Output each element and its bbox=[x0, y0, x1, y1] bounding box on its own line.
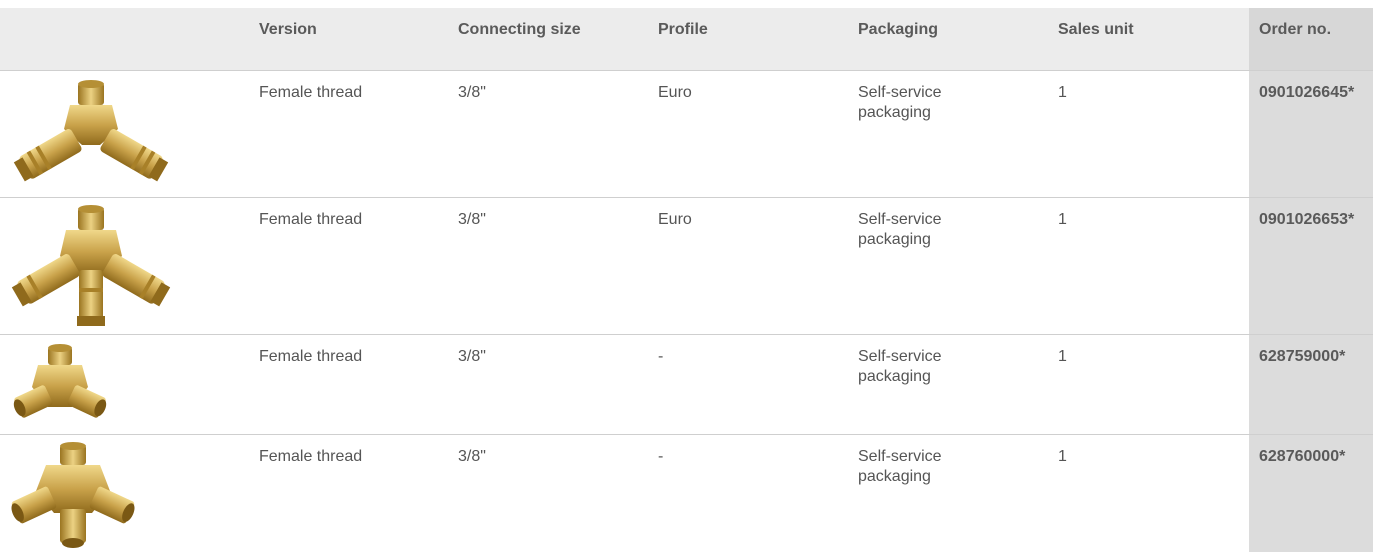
two-way-distributor-icon bbox=[13, 344, 107, 418]
table-row: Female thread 3/8" Euro Self-service pac… bbox=[0, 197, 1373, 334]
packaging-text: Self-service packaging bbox=[858, 211, 942, 248]
cell-sales-unit: 1 bbox=[1058, 448, 1067, 465]
product-image bbox=[0, 198, 259, 334]
three-way-coupling-distributor-icon bbox=[11, 205, 171, 326]
cell-version: Female thread bbox=[259, 448, 363, 465]
table-header: Version Connecting size Profile Packagin… bbox=[0, 8, 1373, 70]
cell-connecting-size: 3/8" bbox=[458, 448, 486, 465]
cell-connecting-size: 3/8" bbox=[458, 211, 486, 228]
cell-profile: - bbox=[658, 348, 664, 365]
cell-sales-unit: 1 bbox=[1058, 84, 1067, 101]
header-image bbox=[0, 8, 259, 70]
header-connecting-size: Connecting size bbox=[458, 21, 581, 38]
cell-connecting-size: 3/8" bbox=[458, 348, 486, 365]
cell-profile: - bbox=[658, 448, 664, 465]
packaging-text: Self-service packaging bbox=[858, 448, 942, 485]
cell-profile: Euro bbox=[658, 211, 692, 228]
table-row: Female thread 3/8" Euro Self-service pac… bbox=[0, 70, 1373, 197]
table-row: Female thread 3/8" - Self-service packag… bbox=[0, 434, 1373, 552]
product-table: Version Connecting size Profile Packagin… bbox=[0, 8, 1373, 552]
cell-version: Female thread bbox=[259, 211, 363, 228]
product-image bbox=[0, 335, 259, 434]
packaging-text: Self-service packaging bbox=[858, 84, 942, 121]
packaging-text: Self-service packaging bbox=[858, 348, 942, 385]
cell-packaging: Self-service packaging bbox=[858, 198, 1058, 334]
cell-version: Female thread bbox=[259, 348, 363, 365]
cell-order-no: 628759000* bbox=[1249, 335, 1373, 434]
product-image bbox=[0, 435, 259, 552]
three-way-distributor-icon bbox=[11, 442, 135, 548]
cell-order-no: 0901026645* bbox=[1249, 71, 1373, 197]
cell-sales-unit: 1 bbox=[1058, 348, 1067, 365]
cell-packaging: Self-service packaging bbox=[858, 71, 1058, 197]
header-packaging: Packaging bbox=[858, 21, 939, 38]
header-sales-unit: Sales unit bbox=[1058, 21, 1134, 38]
header-profile: Profile bbox=[658, 21, 708, 38]
header-order-no: Order no. bbox=[1249, 8, 1373, 70]
header-version: Version bbox=[259, 21, 317, 38]
cell-order-no: 628760000* bbox=[1249, 435, 1373, 552]
cell-packaging: Self-service packaging bbox=[858, 435, 1058, 552]
cell-connecting-size: 3/8" bbox=[458, 84, 486, 101]
cell-sales-unit: 1 bbox=[1058, 211, 1067, 228]
cell-profile: Euro bbox=[658, 84, 692, 101]
cell-order-no: 0901026653* bbox=[1249, 198, 1373, 334]
two-way-coupling-distributor-icon bbox=[13, 80, 169, 182]
product-image bbox=[0, 71, 259, 197]
cell-packaging: Self-service packaging bbox=[858, 335, 1058, 434]
cell-version: Female thread bbox=[259, 84, 363, 101]
table-row: Female thread 3/8" - Self-service packag… bbox=[0, 334, 1373, 434]
